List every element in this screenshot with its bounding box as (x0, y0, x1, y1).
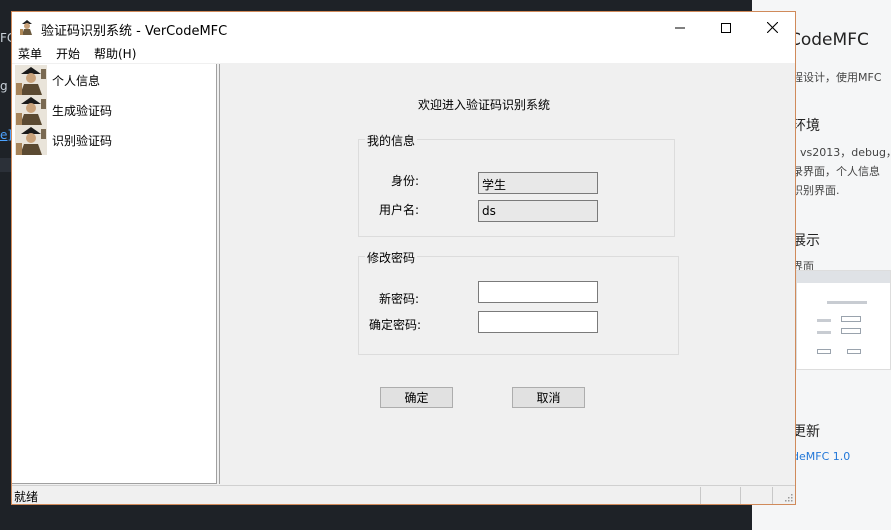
readme-env-text: vs2013，debug， (800, 146, 891, 159)
main-pane: 欢迎进入验证码识别系统 我的信息 身份: 学生 用户名: ds 修改密码 新密码… (220, 64, 795, 484)
menu-menu[interactable]: 菜单 (18, 45, 42, 62)
username-field: ds (478, 200, 598, 222)
tree-item-recognize-captcha[interactable]: 识别验证码 (15, 125, 215, 155)
status-text: 就绪 (14, 490, 39, 504)
confirm-button[interactable]: 确定 (380, 387, 453, 408)
status-pane (700, 487, 740, 504)
app-logo-icon (19, 19, 35, 35)
confirm-password-label: 确定密码: (369, 318, 422, 332)
tree-item-label: 个人信息 (52, 74, 101, 88)
menu-start[interactable]: 开始 (56, 45, 80, 62)
user-avatar-icon (15, 95, 47, 125)
new-password-input[interactable] (478, 281, 598, 303)
readme-env-heading: 环境 (792, 118, 820, 134)
readme-demo-heading: 展示 (792, 233, 820, 249)
navigation-tree: 个人信息 生成验证码 识别验证码 (12, 64, 217, 484)
change-password-legend: 修改密码 (365, 249, 418, 266)
user-avatar-icon (15, 125, 47, 155)
my-info-group: 我的信息 身份: 学生 用户名: ds (358, 132, 675, 237)
readme-intro: 程设计，使用MFC (792, 71, 882, 84)
title-bar[interactable]: 验证码识别系统 - VerCodeMFC (12, 12, 795, 43)
minimize-button[interactable] (657, 12, 703, 43)
close-button[interactable] (749, 12, 795, 43)
app-window: 验证码识别系统 - VerCodeMFC 菜单 开始 帮助(H) 个人信息 生成… (11, 11, 796, 505)
status-bar: 就绪 (12, 485, 795, 504)
close-icon (766, 22, 778, 33)
resize-grip-icon[interactable] (783, 492, 793, 502)
tree-item-label: 识别验证码 (52, 134, 113, 148)
window-title: 验证码识别系统 - VerCodeMFC (41, 24, 228, 39)
readme-update-heading: 更新 (792, 424, 820, 440)
confirm-password-input[interactable] (478, 311, 598, 333)
username-label: 用户名: (379, 203, 420, 217)
welcome-heading: 欢迎进入验证码识别系统 (418, 98, 551, 112)
status-pane (740, 487, 772, 504)
readme-env-text-3: 识别界面. (792, 184, 840, 197)
menu-bar: 菜单 开始 帮助(H) (12, 43, 795, 63)
tree-item-label: 生成验证码 (52, 104, 113, 118)
tree-item-personal-info[interactable]: 个人信息 (15, 65, 215, 95)
readme-env-text-2: 录界面，个人信息 (792, 165, 880, 178)
readme-title: CodeMFC (789, 30, 869, 50)
editor-fragment: g (0, 79, 8, 93)
readme-screenshot-thumbnail (796, 270, 891, 370)
cancel-button[interactable]: 取消 (512, 387, 585, 408)
tree-item-generate-captcha[interactable]: 生成验证码 (15, 95, 215, 125)
role-label: 身份: (391, 174, 420, 188)
menu-help[interactable]: 帮助(H) (94, 45, 136, 62)
new-password-label: 新密码: (379, 292, 420, 306)
user-avatar-icon (15, 65, 47, 95)
readme-update-link[interactable]: deMFC 1.0 (792, 450, 850, 463)
maximize-icon (721, 22, 731, 33)
role-field: 学生 (478, 172, 598, 194)
maximize-button[interactable] (703, 12, 749, 43)
minimize-icon (675, 27, 685, 28)
my-info-legend: 我的信息 (365, 132, 418, 149)
change-password-group: 修改密码 新密码: 确定密码: (358, 249, 679, 355)
